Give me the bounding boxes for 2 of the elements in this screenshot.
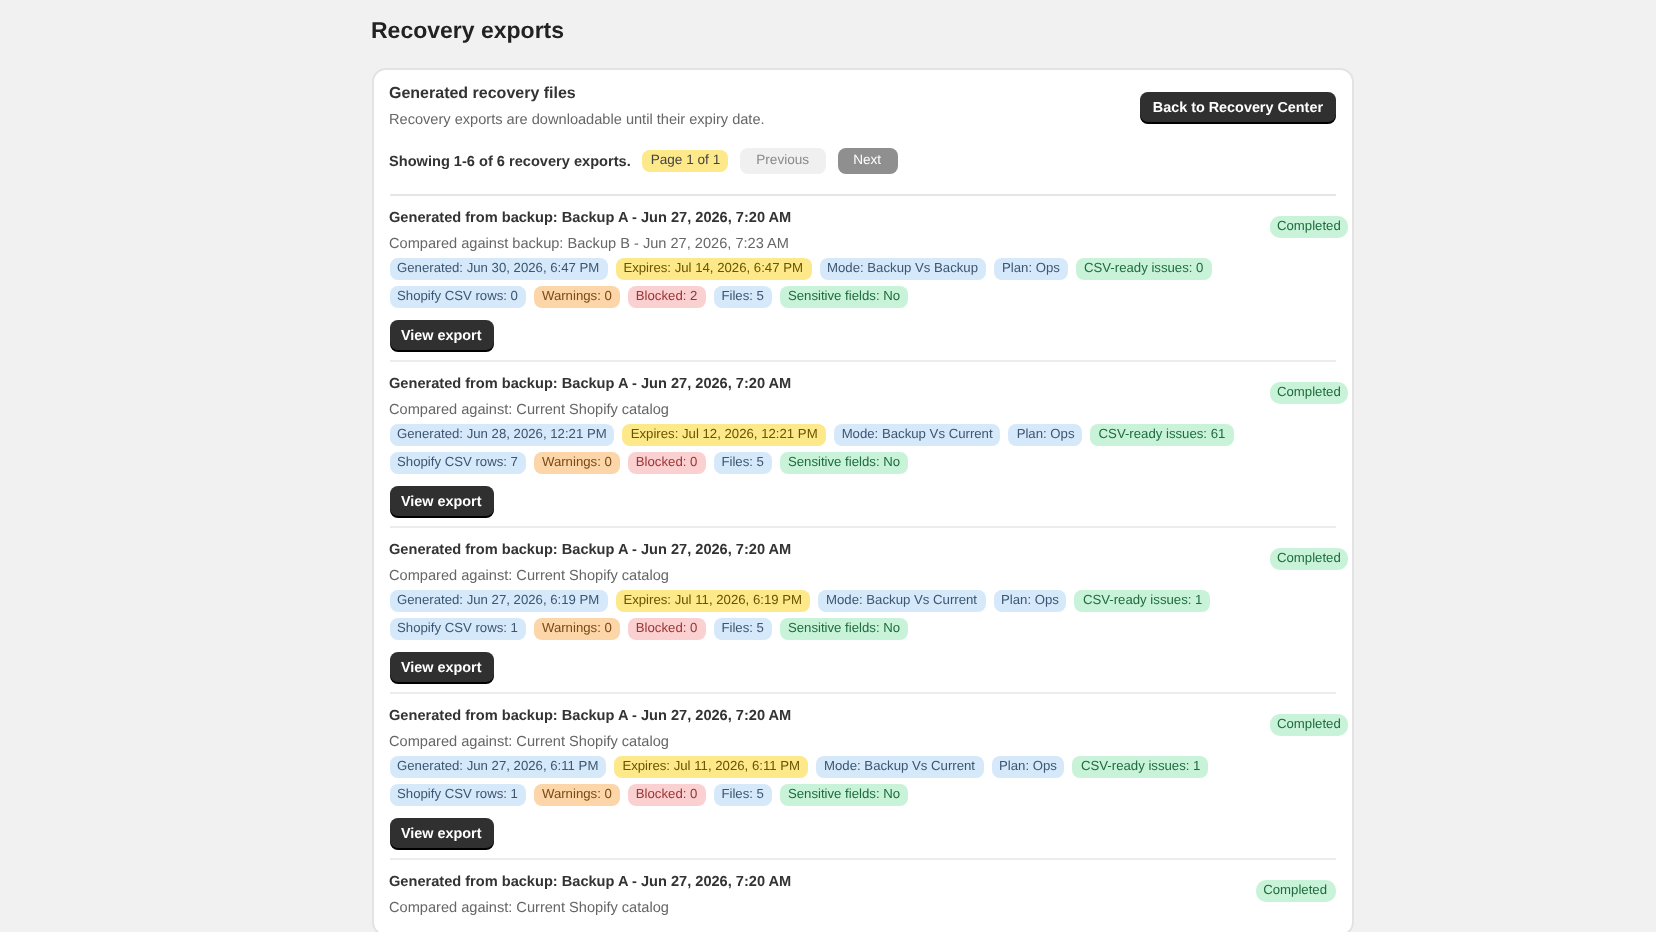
card-title: Generated recovery files	[389, 84, 578, 102]
page-title: Recovery exports	[371, 20, 567, 44]
